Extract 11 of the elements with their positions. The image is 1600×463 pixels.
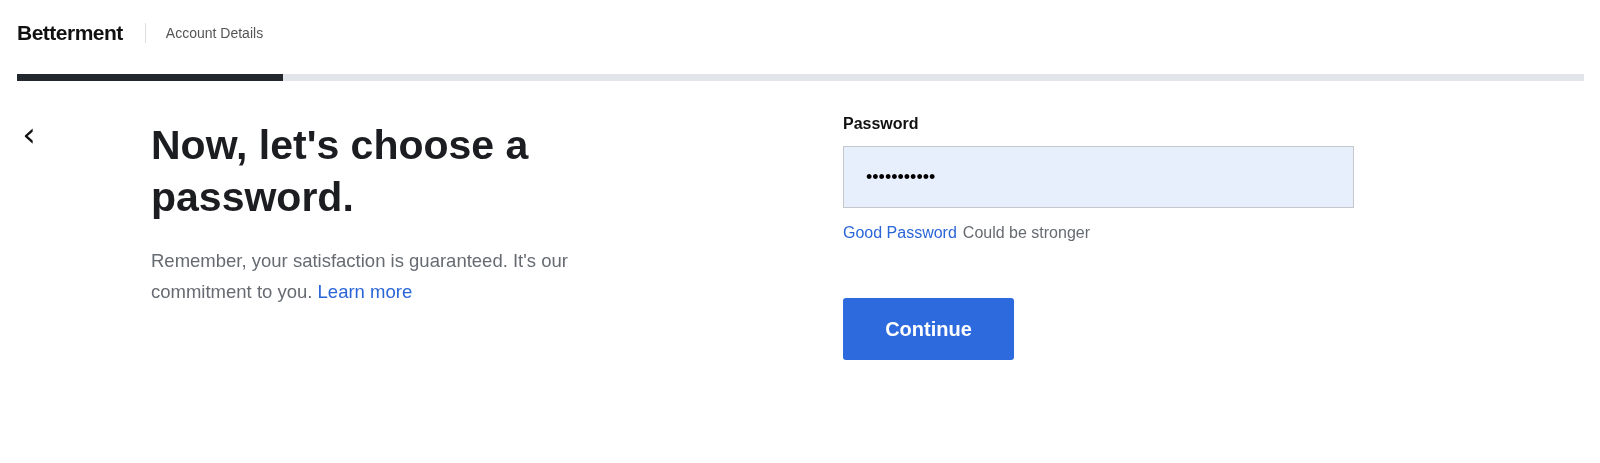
heading: Now, let's choose a password. — [151, 121, 530, 222]
back-button[interactable]: ‹ — [18, 119, 40, 149]
strength-hint: Could be stronger — [962, 224, 1091, 242]
password-field[interactable]: ••••••••••• — [843, 146, 1354, 208]
section-title: Account Details — [165, 25, 264, 41]
logo[interactable]: Betterment — [17, 21, 123, 45]
learn-more-link[interactable]: Learn more — [317, 281, 413, 302]
intro-text: Remember, your satisfaction is guaranteed. It's our commitment to you. Learn more — [151, 249, 569, 304]
field-label: Password — [843, 115, 920, 133]
continue-button[interactable]: Continue — [843, 298, 1014, 360]
strength-label: Good Password — [843, 224, 957, 242]
